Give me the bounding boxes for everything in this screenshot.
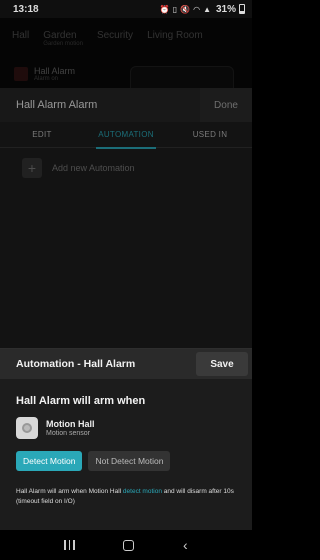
automation-sheet: Automation - Hall Alarm Save Hall Alarm … — [0, 348, 252, 530]
alarm-tile-icon — [14, 67, 28, 81]
bg-tab-living-room: Living Room — [147, 30, 203, 41]
sensor-name: Motion Hall — [46, 419, 95, 429]
status-time: 13:18 — [13, 3, 39, 15]
status-bar: 13:18 ⏰ ▯ 🔇 ◠ ▲ 31% — [0, 0, 252, 18]
tab-edit[interactable]: EDIT — [0, 122, 84, 148]
sensor-type: Motion sensor — [46, 430, 90, 437]
panel-header: Hall Alarm Alarm Done — [0, 88, 252, 122]
bg-card-sub: Alarm on — [34, 76, 59, 82]
background-app: Hall Garden Garden motion Security Living… — [0, 18, 252, 106]
signal-icon: ▲ — [203, 4, 211, 14]
motion-sensor-icon — [16, 417, 38, 439]
add-automation-label: Add new Automation — [52, 163, 135, 173]
panel-tabs: EDIT AUTOMATION USED IN — [0, 122, 252, 149]
bg-tab-hall: Hall — [12, 30, 30, 41]
desc-highlight: detect motion — [122, 488, 162, 495]
battery-icon — [239, 4, 245, 14]
arm-heading: Hall Alarm will arm when — [16, 395, 146, 407]
back-icon[interactable]: ‹ — [183, 538, 188, 552]
sensor-row: Motion Hall Motion sensor — [0, 407, 252, 439]
status-icons: ⏰ ▯ 🔇 ◠ ▲ 31% — [160, 4, 245, 15]
navigation-bar: ‹ — [0, 530, 252, 560]
not-detect-motion-button[interactable]: Not Detect Motion — [88, 451, 171, 471]
detect-motion-button[interactable]: Detect Motion — [16, 451, 83, 471]
automation-description: Hall Alarm will arm when Motion Hall det… — [0, 471, 252, 507]
battery-percent: 31% — [215, 3, 236, 15]
alarm-panel: Hall Alarm Alarm Done EDIT AUTOMATION US… — [0, 88, 252, 350]
bg-alarm-card: Hall Alarm Alarm on — [14, 66, 75, 82]
background-tabs: Hall Garden Garden motion Security Living… — [0, 18, 252, 47]
save-button[interactable]: Save — [196, 352, 248, 376]
bg-tab-security: Security — [96, 30, 134, 41]
home-icon[interactable] — [123, 539, 135, 551]
sheet-title: Automation - Hall Alarm — [16, 358, 136, 370]
vibrate-icon: ▯ — [172, 4, 178, 14]
desc-text-start: Hall Alarm will arm when Motion Hall — [16, 488, 123, 495]
alarm-icon: ⏰ — [159, 4, 170, 14]
bg-card-title: Hall Alarm — [34, 66, 76, 76]
mute-icon: 🔇 — [180, 4, 191, 14]
add-automation-row[interactable]: + Add new Automation — [0, 148, 252, 178]
sheet-header: Automation - Hall Alarm Save — [0, 349, 252, 379]
wifi-icon: ◠ — [193, 4, 201, 14]
plus-icon: + — [22, 158, 42, 178]
recents-icon[interactable] — [64, 540, 75, 550]
tab-used-in[interactable]: USED IN — [168, 122, 252, 148]
panel-title: Hall Alarm Alarm — [16, 99, 98, 111]
done-button[interactable]: Done — [200, 88, 252, 122]
tab-automation[interactable]: AUTOMATION — [84, 122, 168, 149]
motion-choice-group: Detect Motion Not Detect Motion — [0, 439, 252, 471]
bg-tab-garden: Garden Garden motion — [43, 30, 83, 47]
